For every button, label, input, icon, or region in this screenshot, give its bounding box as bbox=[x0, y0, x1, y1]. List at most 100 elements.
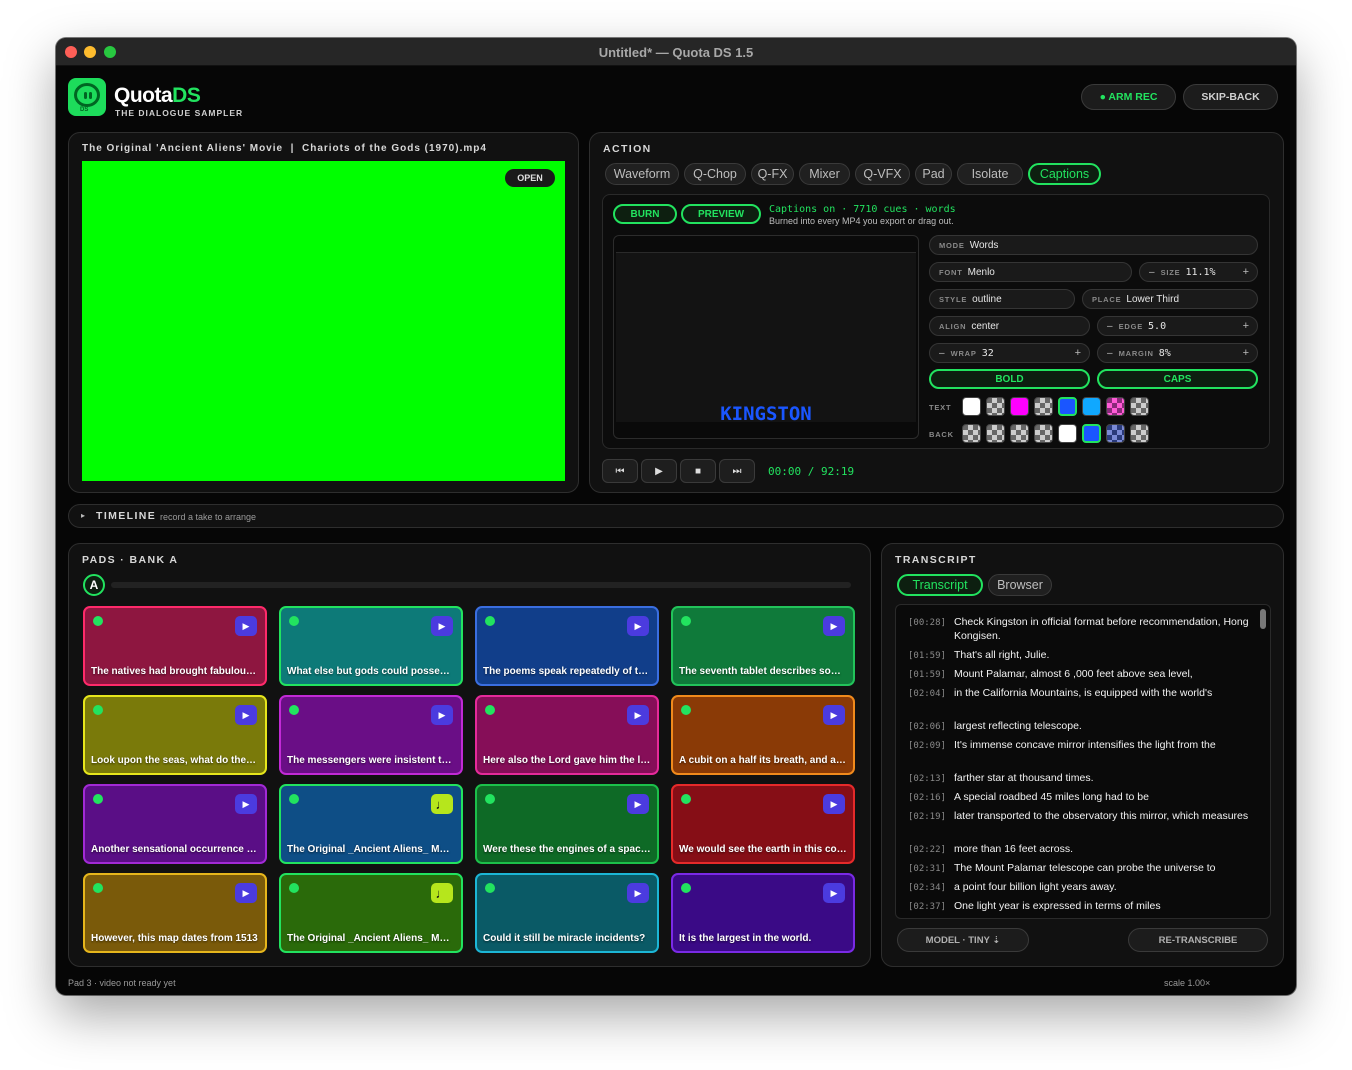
play-icon[interactable]: ▶ bbox=[627, 616, 649, 636]
video-player[interactable]: OPEN bbox=[82, 161, 565, 481]
back-color-swatch[interactable] bbox=[986, 424, 1005, 443]
pad-1[interactable]: ▶ The natives had brought fabulous treasu… bbox=[83, 606, 267, 686]
play-icon[interactable]: ▶ bbox=[823, 883, 845, 903]
play-icon[interactable]: ▶ bbox=[823, 705, 845, 725]
margin-decrease[interactable]: – bbox=[1107, 348, 1113, 359]
play-icon[interactable]: ▶ bbox=[823, 794, 845, 814]
transcript-row[interactable]: [02:39]by a six followed by 12 zeros. bbox=[908, 918, 1252, 919]
mode-field[interactable]: MODE Words bbox=[929, 235, 1258, 255]
music-note-icon[interactable]: ♩ bbox=[431, 794, 453, 814]
play-icon[interactable]: ▶ bbox=[627, 794, 649, 814]
timeline-bar[interactable]: ▸ TIMELINE record a take to arrange bbox=[68, 504, 1284, 528]
pad-9[interactable]: ▶ Another sensational occurrence in the s… bbox=[83, 784, 267, 864]
play-icon[interactable]: ▶ bbox=[235, 705, 257, 725]
place-field[interactable]: PLACE Lower Third bbox=[1082, 289, 1258, 309]
skip-back-button[interactable]: SKIP-BACK bbox=[1183, 84, 1278, 110]
tab-q-chop[interactable]: Q-Chop bbox=[684, 163, 746, 185]
transcript-row[interactable]: [02:09] It's immense concave mirror inten… bbox=[908, 738, 1252, 752]
back-color-swatch[interactable] bbox=[1058, 424, 1077, 443]
text-color-swatch[interactable] bbox=[1034, 397, 1053, 416]
pad-8[interactable]: ▶ A cubit on a half its breath, and a hal… bbox=[671, 695, 855, 775]
wrap-decrease[interactable]: – bbox=[939, 348, 945, 359]
play-icon[interactable]: ▶ bbox=[823, 616, 845, 636]
pad-16[interactable]: ▶ It is the largest in the world. bbox=[671, 873, 855, 953]
tab-browser[interactable]: Browser bbox=[988, 574, 1052, 596]
re-transcribe-button[interactable]: RE-TRANSCRIBE bbox=[1128, 928, 1268, 952]
transcript-row[interactable]: [02:22] more than 16 feet across. bbox=[908, 842, 1252, 856]
bold-toggle[interactable]: BOLD bbox=[929, 369, 1090, 389]
text-color-swatch[interactable] bbox=[1130, 397, 1149, 416]
text-color-swatch[interactable] bbox=[1010, 397, 1029, 416]
wrap-increase[interactable]: + bbox=[1075, 347, 1081, 359]
tab-waveform[interactable]: Waveform bbox=[605, 163, 679, 185]
back-color-swatch[interactable] bbox=[1106, 424, 1125, 443]
back-color-swatch[interactable] bbox=[962, 424, 981, 443]
pad-12[interactable]: ▶ We would see the earth in this conditio… bbox=[671, 784, 855, 864]
back-color-swatch[interactable] bbox=[1034, 424, 1053, 443]
tab-mixer[interactable]: Mixer bbox=[799, 163, 850, 185]
margin-stepper[interactable]: – MARGIN 8% + bbox=[1097, 343, 1258, 363]
transcript-row[interactable]: [02:16] A special roadbed 45 miles long h… bbox=[908, 790, 1252, 804]
skip-to-end-button[interactable]: ⏭ bbox=[719, 459, 755, 483]
preview-button[interactable]: PREVIEW bbox=[681, 204, 761, 224]
pad-14[interactable]: ♩ The Original _Ancient Aliens_ Movie cli… bbox=[279, 873, 463, 953]
pad-5[interactable]: ▶ Look upon the seas, what do they hold bbox=[83, 695, 267, 775]
style-field[interactable]: STYLE outline bbox=[929, 289, 1075, 309]
transcript-row[interactable]: [02:06] largest reflecting telescope. bbox=[908, 719, 1252, 733]
burn-button[interactable]: BURN bbox=[613, 204, 677, 224]
play-button[interactable]: ▶ bbox=[641, 459, 677, 483]
play-icon[interactable]: ▶ bbox=[627, 883, 649, 903]
tab-transcript[interactable]: Transcript bbox=[897, 574, 983, 596]
arm-rec-button[interactable]: ● ARM REC bbox=[1081, 84, 1176, 110]
transcript-list[interactable]: [00:28] Check Kingston in official format… bbox=[895, 604, 1271, 919]
text-color-swatch[interactable] bbox=[986, 397, 1005, 416]
transcript-row[interactable]: [01:59] Mount Palamar, almost 6 ,000 feet… bbox=[908, 667, 1252, 681]
pad-6[interactable]: ▶ The messengers were insistent that they bbox=[279, 695, 463, 775]
transcript-row[interactable]: [02:34] a point four billion light years … bbox=[908, 880, 1252, 894]
pad-15[interactable]: ▶ Could it still be miracle incidents? bbox=[475, 873, 659, 953]
transcript-row[interactable]: [02:31] The Mount Palamar telescope can p… bbox=[908, 861, 1252, 875]
model-select[interactable]: MODEL · TINY ⇣ bbox=[897, 928, 1029, 952]
transcript-row[interactable]: [02:13] farther star at thousand times. bbox=[908, 771, 1252, 785]
play-icon[interactable]: ▶ bbox=[627, 705, 649, 725]
pad-3[interactable]: ▶ The poems speak repeatedly of the heave… bbox=[475, 606, 659, 686]
play-icon[interactable]: ▶ bbox=[431, 705, 453, 725]
tab-pad[interactable]: Pad bbox=[915, 163, 952, 185]
edge-increase[interactable]: + bbox=[1243, 320, 1249, 332]
tab-q-vfx[interactable]: Q-VFX bbox=[855, 163, 910, 185]
wrap-stepper[interactable]: – WRAP 32 + bbox=[929, 343, 1090, 363]
tab-captions[interactable]: Captions bbox=[1028, 163, 1101, 185]
transcript-row[interactable]: [00:28] Check Kingston in official format… bbox=[908, 615, 1252, 643]
margin-increase[interactable]: + bbox=[1243, 347, 1249, 359]
play-icon[interactable]: ▶ bbox=[235, 794, 257, 814]
edge-stepper[interactable]: – EDGE 5.0 + bbox=[1097, 316, 1258, 336]
transcript-row[interactable]: [02:37] One light year is expressed in te… bbox=[908, 899, 1252, 913]
font-field[interactable]: FONT Menlo bbox=[929, 262, 1132, 282]
pad-7[interactable]: ▶ Here also the Lord gave him the law bbox=[475, 695, 659, 775]
size-increase[interactable]: + bbox=[1243, 266, 1249, 278]
text-color-swatch[interactable] bbox=[1106, 397, 1125, 416]
pad-10[interactable]: ♩ The Original _Ancient Aliens_ Movie cli… bbox=[279, 784, 463, 864]
transcript-row[interactable]: [02:19] later transported to the observat… bbox=[908, 809, 1252, 823]
music-note-icon[interactable]: ♩ bbox=[431, 883, 453, 903]
play-icon[interactable]: ▶ bbox=[235, 883, 257, 903]
transcript-scrollbar[interactable] bbox=[1260, 609, 1266, 629]
back-color-swatch[interactable] bbox=[1010, 424, 1029, 443]
play-icon[interactable]: ▶ bbox=[431, 616, 453, 636]
stop-button[interactable]: ■ bbox=[680, 459, 716, 483]
pad-2[interactable]: ▶ What else but gods could possess such p… bbox=[279, 606, 463, 686]
caps-toggle[interactable]: CAPS bbox=[1097, 369, 1258, 389]
text-color-swatch[interactable] bbox=[962, 397, 981, 416]
pad-13[interactable]: ▶ However, this map dates from 1513 bbox=[83, 873, 267, 953]
pad-11[interactable]: ▶ Were these the engines of a spaceship bbox=[475, 784, 659, 864]
open-button[interactable]: OPEN bbox=[505, 169, 555, 187]
transcript-row[interactable]: [02:04] in the California Mountains, is e… bbox=[908, 686, 1252, 700]
back-color-swatch[interactable] bbox=[1130, 424, 1149, 443]
tab-isolate[interactable]: Isolate bbox=[957, 163, 1023, 185]
align-field[interactable]: ALIGN center bbox=[929, 316, 1090, 336]
play-icon[interactable]: ▶ bbox=[235, 616, 257, 636]
tab-q-fx[interactable]: Q-FX bbox=[751, 163, 794, 185]
pad-4[interactable]: ▶ The seventh tablet describes something bbox=[671, 606, 855, 686]
text-color-swatch[interactable] bbox=[1058, 397, 1077, 416]
size-decrease[interactable]: – bbox=[1149, 267, 1155, 278]
